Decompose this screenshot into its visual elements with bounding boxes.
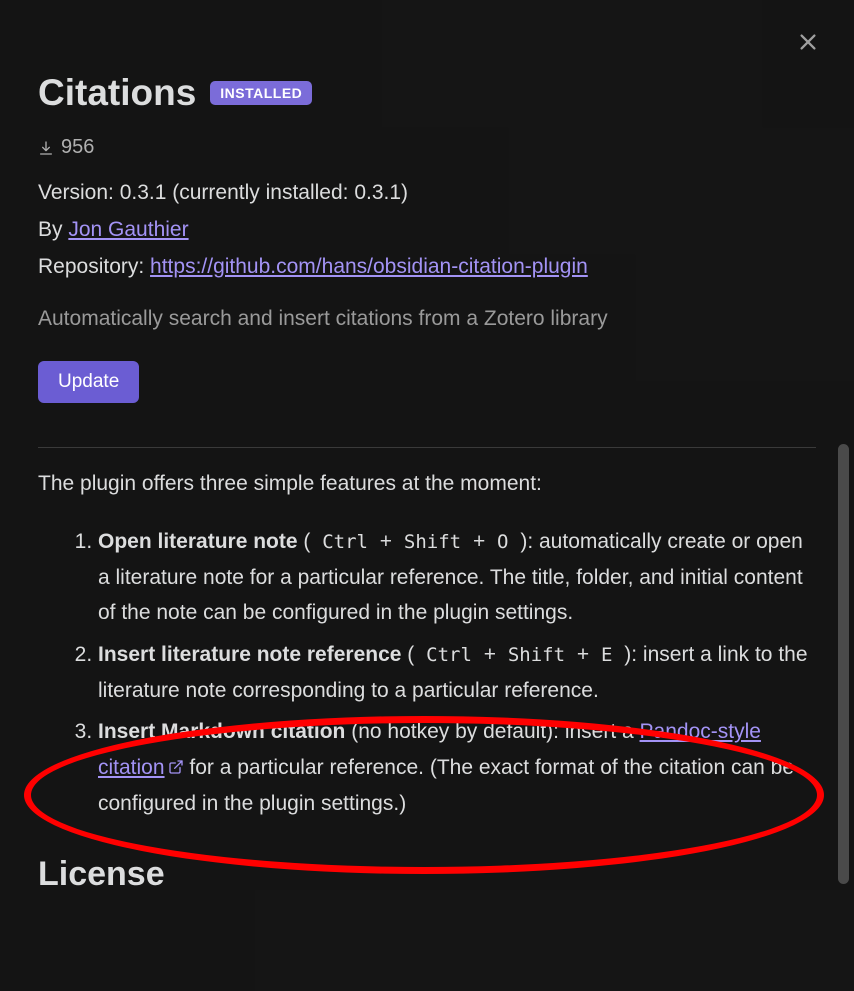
features-list: Open literature note ( Ctrl + Shift + O … — [38, 524, 816, 822]
author-line: By Jon Gauthier — [38, 212, 816, 249]
external-link-icon — [168, 759, 184, 775]
repo-line: Repository: https://github.com/hans/obsi… — [38, 249, 816, 286]
scrollbar-thumb[interactable] — [838, 444, 849, 884]
hotkey: Shift — [398, 529, 467, 555]
plugin-detail-modal: Citations INSTALLED 956 Version: 0.3.1 (… — [0, 0, 854, 991]
plugin-title: Citations — [38, 72, 196, 114]
installed-badge: INSTALLED — [210, 81, 312, 105]
hotkey: O — [491, 529, 514, 555]
feature-name: Insert literature note reference — [98, 643, 401, 666]
feature-name: Open literature note — [98, 530, 298, 553]
license-heading: License — [38, 855, 816, 894]
plugin-description: Automatically search and insert citation… — [38, 307, 816, 331]
hotkey: Ctrl — [316, 529, 374, 555]
list-item: Open literature note ( Ctrl + Shift + O … — [98, 524, 816, 631]
list-item: Insert literature note reference ( Ctrl … — [98, 637, 816, 708]
author-link[interactable]: Jon Gauthier — [68, 218, 188, 241]
divider — [38, 447, 816, 448]
list-item: Insert Markdown citation (no hotkey by d… — [98, 714, 816, 821]
features-intro: The plugin offers three simple features … — [38, 466, 816, 502]
download-number: 956 — [61, 136, 94, 159]
close-button[interactable] — [794, 28, 822, 56]
hotkey: E — [595, 642, 618, 668]
version-line: Version: 0.3.1 (currently installed: 0.3… — [38, 175, 816, 212]
close-icon — [797, 31, 819, 53]
hotkey: Shift — [502, 642, 571, 668]
feature-name: Insert Markdown citation — [98, 720, 345, 743]
download-count: 956 — [38, 136, 816, 159]
hotkey: Ctrl — [420, 642, 478, 668]
repo-link[interactable]: https://github.com/hans/obsidian-citatio… — [150, 255, 588, 278]
update-button[interactable]: Update — [38, 361, 139, 403]
download-icon — [38, 140, 54, 156]
